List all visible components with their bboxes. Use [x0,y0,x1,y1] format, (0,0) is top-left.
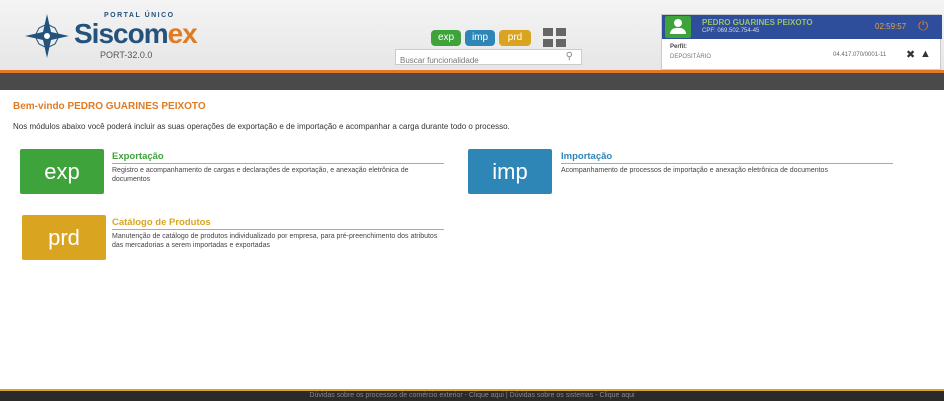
brand-name: Siscomex [74,18,198,50]
grid-menu-icon[interactable] [543,28,567,48]
chip-prd[interactable]: prd [499,30,531,46]
module-exportacao-desc: Registro e acompanhamento de cargas e de… [112,167,409,183]
module-importacao-title[interactable]: Importação [561,151,893,164]
module-exportacao: Exportação Registro e acompanhamento de … [112,151,444,184]
version-label: PORT-32.0.0 [100,50,153,60]
footer-text[interactable]: Dúvidas sobre os processos de comércio e… [0,392,944,399]
perfil-value: DEPOSITÁRIO [670,54,712,60]
chip-imp[interactable]: imp [465,30,495,46]
bell-icon[interactable]: ▲ [920,48,931,60]
user-bar: PEDRO GUARINES PEIXOTO CPF: 069.502.754-… [662,15,942,39]
tile-imp[interactable]: imp [468,149,552,194]
module-exportacao-title[interactable]: Exportação [112,151,444,164]
module-catalogo: Catálogo de Produtos Manutenção de catál… [112,217,444,250]
search-icon[interactable]: ⚲ [566,51,573,62]
module-catalogo-title[interactable]: Catálogo de Produtos [112,217,444,230]
header: PORTAL ÚNICO Siscomex PORT-32.0.0 exp im… [0,0,944,70]
user-panel: PEDRO GUARINES PEIXOTO CPF: 069.502.754-… [661,14,942,70]
siscomex-logo[interactable]: PORTAL ÚNICO Siscomex PORT-32.0.0 [22,10,202,62]
module-importacao-desc: Acompanhamento de processos de importaçã… [561,167,828,174]
welcome-message: Bem-vindo PEDRO GUARINES PEIXOTO [13,101,206,112]
tile-prd[interactable]: prd [22,215,106,260]
brand-part2: ex [167,18,198,49]
tile-exp[interactable]: exp [20,149,104,194]
intro-text: Nos módulos abaixo você poderá incluir a… [13,122,510,131]
user-name: PEDRO GUARINES PEIXOTO [702,18,813,27]
user-avatar-icon [665,16,691,38]
module-catalogo-desc: Manutenção de catálogo de produtos indiv… [112,233,438,249]
perfil-label: Perfil: [670,44,688,50]
power-icon[interactable]: ⏻ [918,18,928,34]
user-cpf: CPF: 069.502.754-45 [702,28,760,34]
compass-star-icon [25,14,69,58]
module-importacao: Importação Acompanhamento de processos d… [561,151,893,175]
header-strip [0,70,944,90]
brand-part1: Siscom [74,18,169,49]
chip-exp[interactable]: exp [431,30,461,46]
close-icon[interactable]: ✖ [906,48,915,61]
footer: Dúvidas sobre os processos de comércio e… [0,389,944,401]
module-chips: exp imp prd [431,28,567,48]
search-box: ⚲ [395,49,582,68]
search-input[interactable] [396,53,556,68]
cnpj-value: 04.417.070/0001-11 [833,52,887,58]
session-timer: 02:59:57 [875,22,907,31]
